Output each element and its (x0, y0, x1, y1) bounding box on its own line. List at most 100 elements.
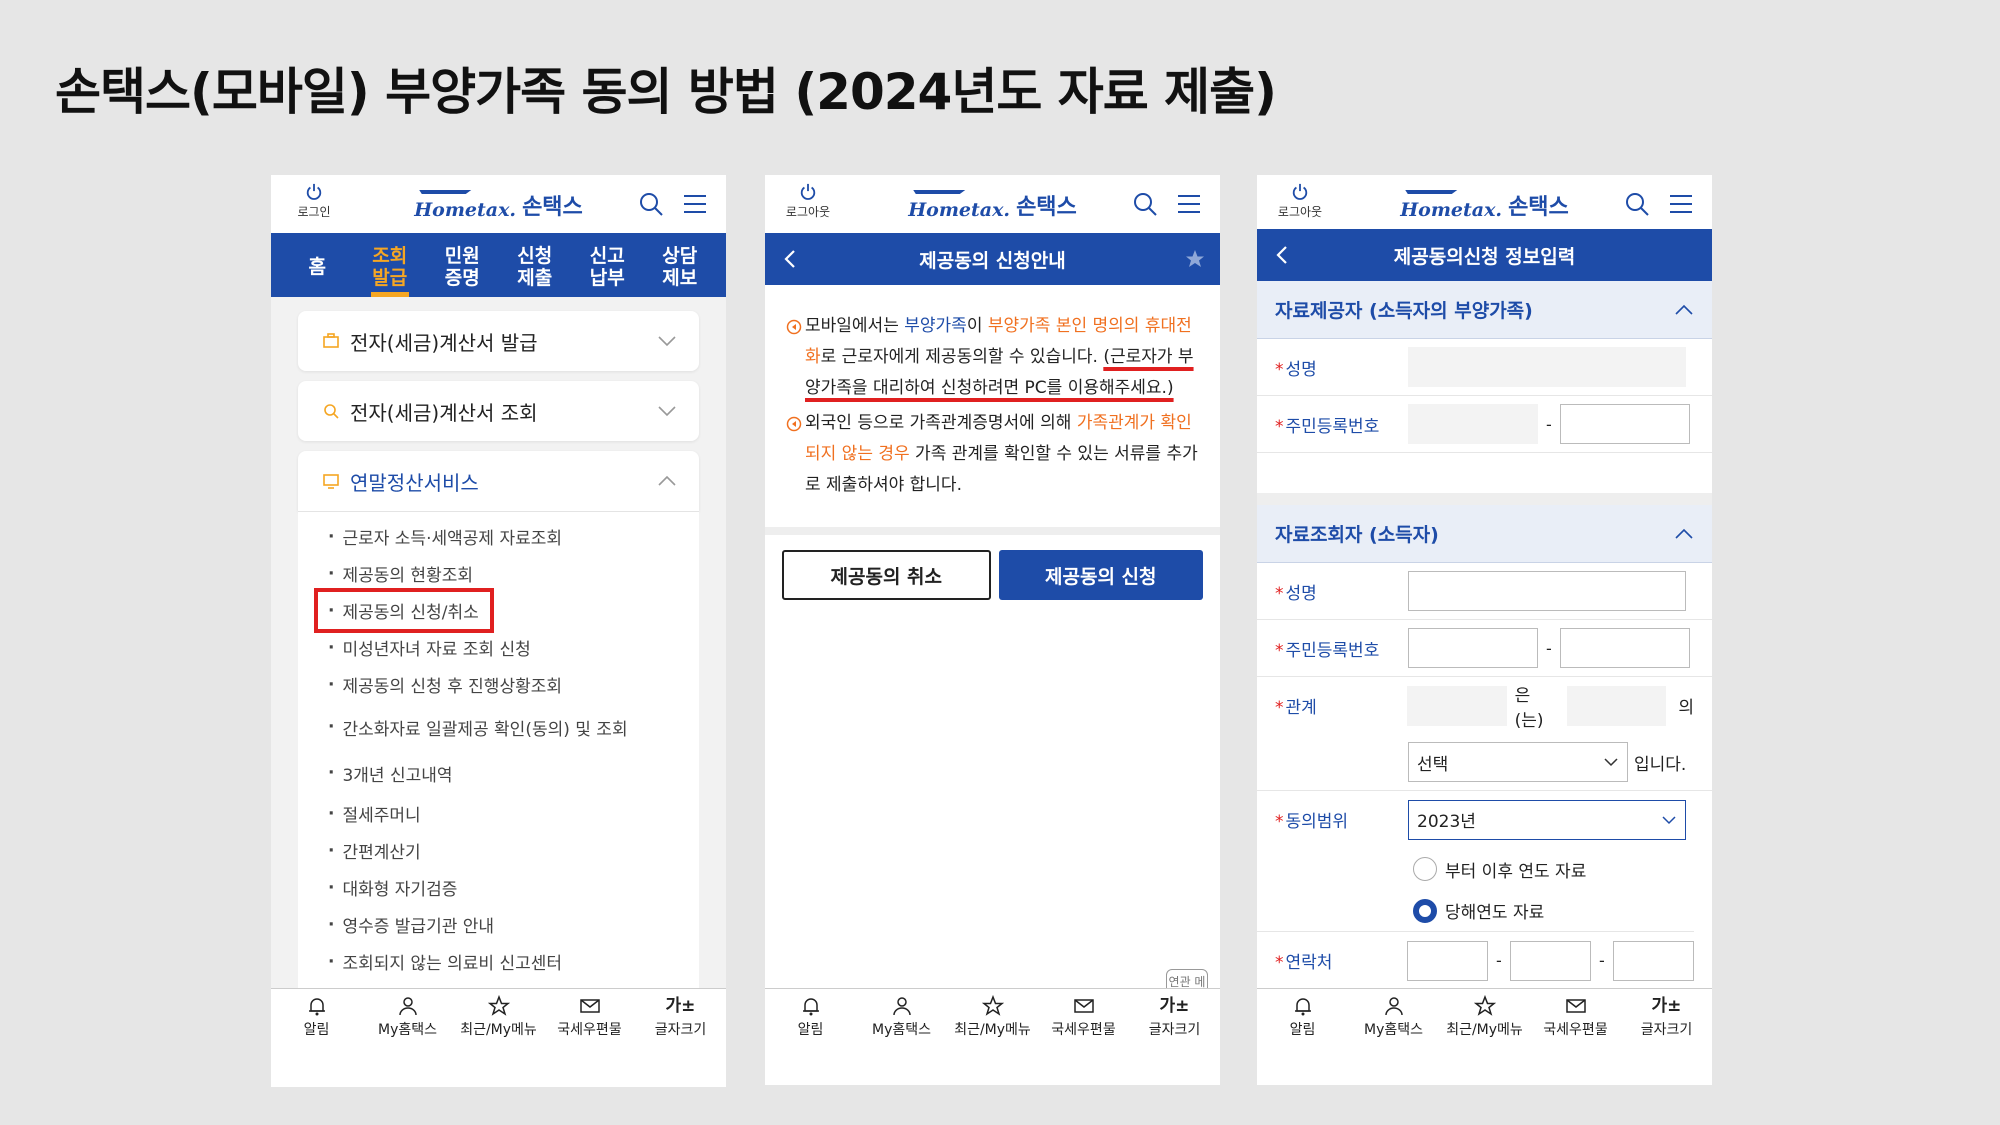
submenu-item-consent-apply-cancel[interactable]: 제공동의 신청/취소 (314, 588, 494, 633)
nav-home[interactable]: 홈 (281, 233, 354, 297)
bottom-font-size[interactable]: 가± 글자크기 (1129, 989, 1220, 1046)
notice-item: 모바일에서는 부양가족이 부양가족 본인 명의의 휴대전화로 근로자에게 제공동… (783, 311, 1202, 404)
bottom-my-hometax[interactable]: My홈택스 (362, 989, 453, 1046)
login-button[interactable]: 로그인 (289, 183, 339, 220)
nav-civil-certificate[interactable]: 민원 증명 (426, 233, 499, 297)
logout-button[interactable]: 로그아웃 (1275, 183, 1325, 220)
card-label: 연말정산서비스 (350, 470, 479, 495)
bottom-recent-mymenu[interactable]: 최근/My메뉴 (947, 989, 1038, 1046)
submenu-item[interactable]: 간편계산기 (328, 832, 699, 869)
chevron-down-icon (1604, 758, 1618, 767)
bottom-font-size[interactable]: 가± 글자크기 (635, 989, 726, 1046)
radio-button-selected (1413, 898, 1437, 923)
login-label: 로그인 (297, 205, 331, 219)
consent-range-select[interactable]: 2023년 (1408, 799, 1686, 840)
bottom-alarm[interactable]: 알림 (1257, 989, 1348, 1046)
bottom-bar: 알림 My홈택스 최근/My메뉴 국세우편물 가± 글자크기 (1257, 988, 1712, 1046)
contact-field-1[interactable] (1406, 940, 1488, 981)
button-row: 제공동의 취소 제공동의 신청 (765, 535, 1220, 615)
search-icon[interactable] (638, 191, 664, 217)
submenu-item[interactable]: 절세주머니 (328, 795, 699, 832)
card-einvoice-issue[interactable]: 전자(세금)계산서 발급 (298, 311, 699, 371)
hometax-logo[interactable]: Hometax. 손택스 (414, 189, 583, 221)
consent-cancel-button[interactable]: 제공동의 취소 (782, 550, 991, 600)
submenu-item[interactable]: 미성년자녀 자료 조회 신청 (328, 629, 699, 666)
consent-apply-button[interactable]: 제공동의 신청 (998, 550, 1203, 600)
user-icon (892, 997, 911, 1016)
contact-field-2[interactable] (1509, 940, 1591, 981)
bottom-font-size[interactable]: 가± 글자크기 (1621, 989, 1712, 1046)
submenu-item[interactable]: 근로자 소득·세액공제 자료조회 (328, 518, 699, 555)
monitor-icon (323, 474, 339, 489)
slide-title: 손택스(모바일) 부양가족 동의 방법 (2024년도 자료 제출) (55, 63, 1277, 121)
section-inquirer-header[interactable]: 자료조회자 (소득자) (1257, 505, 1712, 563)
inquirer-name-field[interactable] (1408, 571, 1686, 611)
logo-sontax: 손택스 (1016, 195, 1077, 220)
inquirer-rrn-back-field[interactable] (1559, 628, 1690, 668)
bottom-my-hometax[interactable]: My홈택스 (1348, 989, 1439, 1046)
submenu-item[interactable]: 3개년 신고내역 (328, 751, 699, 795)
search-icon[interactable] (1624, 191, 1650, 217)
contact-field-3[interactable] (1612, 940, 1694, 981)
dash: - (1495, 951, 1502, 970)
nav-consult-report[interactable]: 상담 제보 (644, 233, 717, 297)
favorite-star-icon[interactable] (1184, 248, 1206, 270)
chevron-up-icon (1675, 528, 1693, 539)
notice-area: 모바일에서는 부양가족이 부양가족 본인 명의의 휴대전화로 근로자에게 제공동… (765, 285, 1220, 501)
bottom-my-hometax[interactable]: My홈택스 (856, 989, 947, 1046)
provider-rrn-front-field (1408, 404, 1538, 444)
page-title-bar: 제공동의 신청안내 (765, 233, 1220, 285)
relation-select[interactable]: 선택 (1408, 742, 1628, 782)
main-nav: 홈 조회 발급 민원 증명 신청 제출 신고 납부 상담 제보 (271, 233, 726, 297)
card-year-end-settlement[interactable]: 연말정산서비스 (298, 451, 699, 511)
nav-report-pay[interactable]: 신고 납부 (571, 233, 644, 297)
submenu-item[interactable]: 영수증 발급기관 안내 (328, 906, 699, 943)
hometax-logo[interactable]: Hometax. 손택스 (1400, 189, 1569, 221)
submenu-item[interactable]: 대화형 자기검증 (328, 869, 699, 906)
relation-row: * 관계 은(는) 의 (1257, 677, 1712, 734)
bottom-tax-mail[interactable]: 국세우편물 (1038, 989, 1129, 1046)
bottom-recent-mymenu[interactable]: 최근/My메뉴 (453, 989, 544, 1046)
font-size-icon: 가± (1651, 996, 1682, 1016)
back-arrow-icon[interactable] (783, 249, 797, 269)
relation-connector: 은(는) (1514, 685, 1544, 731)
hamburger-menu-icon[interactable] (1668, 191, 1694, 217)
bell-icon (1294, 998, 1311, 1016)
bottom-alarm[interactable]: 알림 (765, 989, 856, 1046)
bottom-alarm[interactable]: 알림 (271, 989, 362, 1046)
back-arrow-icon[interactable] (1275, 245, 1289, 265)
bottom-tax-mail[interactable]: 국세우편물 (1530, 989, 1621, 1046)
hamburger-menu-icon[interactable] (682, 191, 708, 217)
submenu-item[interactable]: 조회되지 않는 의료비 신고센터 (328, 943, 699, 980)
logo-hometax: Hometax. (414, 199, 517, 221)
star-icon (981, 995, 1004, 1016)
hometax-logo[interactable]: Hometax. 손택스 (908, 189, 1077, 221)
field-label: * 성명 (1275, 583, 1317, 604)
bottom-tax-mail[interactable]: 국세우편물 (544, 989, 635, 1046)
dash: - (1598, 951, 1605, 970)
logout-button[interactable]: 로그아웃 (783, 183, 833, 220)
nav-inquiry-issue[interactable]: 조회 발급 (354, 233, 427, 297)
field-label: * 동의범위 (1275, 812, 1349, 832)
search-icon[interactable] (1132, 191, 1158, 217)
logo-sontax: 손택스 (522, 195, 583, 220)
notice-bullet-icon (786, 319, 802, 335)
nav-apply-submit[interactable]: 신청 제출 (499, 233, 572, 297)
inquirer-rrn-front-field[interactable] (1408, 628, 1538, 668)
card-einvoice-inquiry[interactable]: 전자(세금)계산서 조회 (298, 381, 699, 441)
bottom-recent-mymenu[interactable]: 최근/My메뉴 (1439, 989, 1530, 1046)
page-title: 제공동의신청 정보입력 (1393, 245, 1576, 268)
chevron-down-icon (1662, 815, 1676, 824)
page-title-bar: 제공동의신청 정보입력 (1257, 229, 1712, 281)
section-title: 자료제공자 (소득자의 부양가족) (1275, 300, 1533, 322)
submenu-item[interactable]: 간소화자료 일괄제공 확인(동의) 및 조회 (328, 703, 699, 751)
radio-from-year-onward[interactable]: 부터 이후 연도 자료 (1257, 848, 1712, 890)
provider-rrn-back-field[interactable] (1559, 404, 1690, 444)
radio-current-year[interactable]: 당해연도 자료 (1257, 890, 1694, 932)
phone-screen-consent-guide: 로그아웃 Hometax. 손택스 제공동의 신청안내 모바일에서는 부양가족이… (765, 175, 1220, 1085)
submenu-item[interactable]: 제공동의 신청 후 진행상황조회 (328, 666, 699, 703)
magnifier-icon (324, 404, 339, 419)
hamburger-menu-icon[interactable] (1176, 191, 1202, 217)
section-provider-header[interactable]: 자료제공자 (소득자의 부양가족) (1257, 281, 1712, 339)
submenu-item[interactable]: 제공동의 현황조회 (328, 555, 699, 592)
